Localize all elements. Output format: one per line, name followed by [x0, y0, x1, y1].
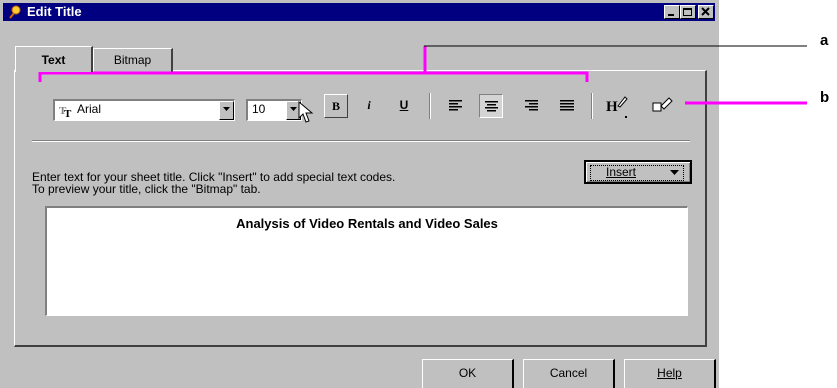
- callout-lines: [38, 45, 807, 105]
- callout-label-b: b: [820, 89, 830, 106]
- callout-label-a: a: [820, 32, 829, 49]
- tab-text[interactable]: Text: [15, 46, 93, 72]
- tab-text-label: Text: [41, 53, 66, 67]
